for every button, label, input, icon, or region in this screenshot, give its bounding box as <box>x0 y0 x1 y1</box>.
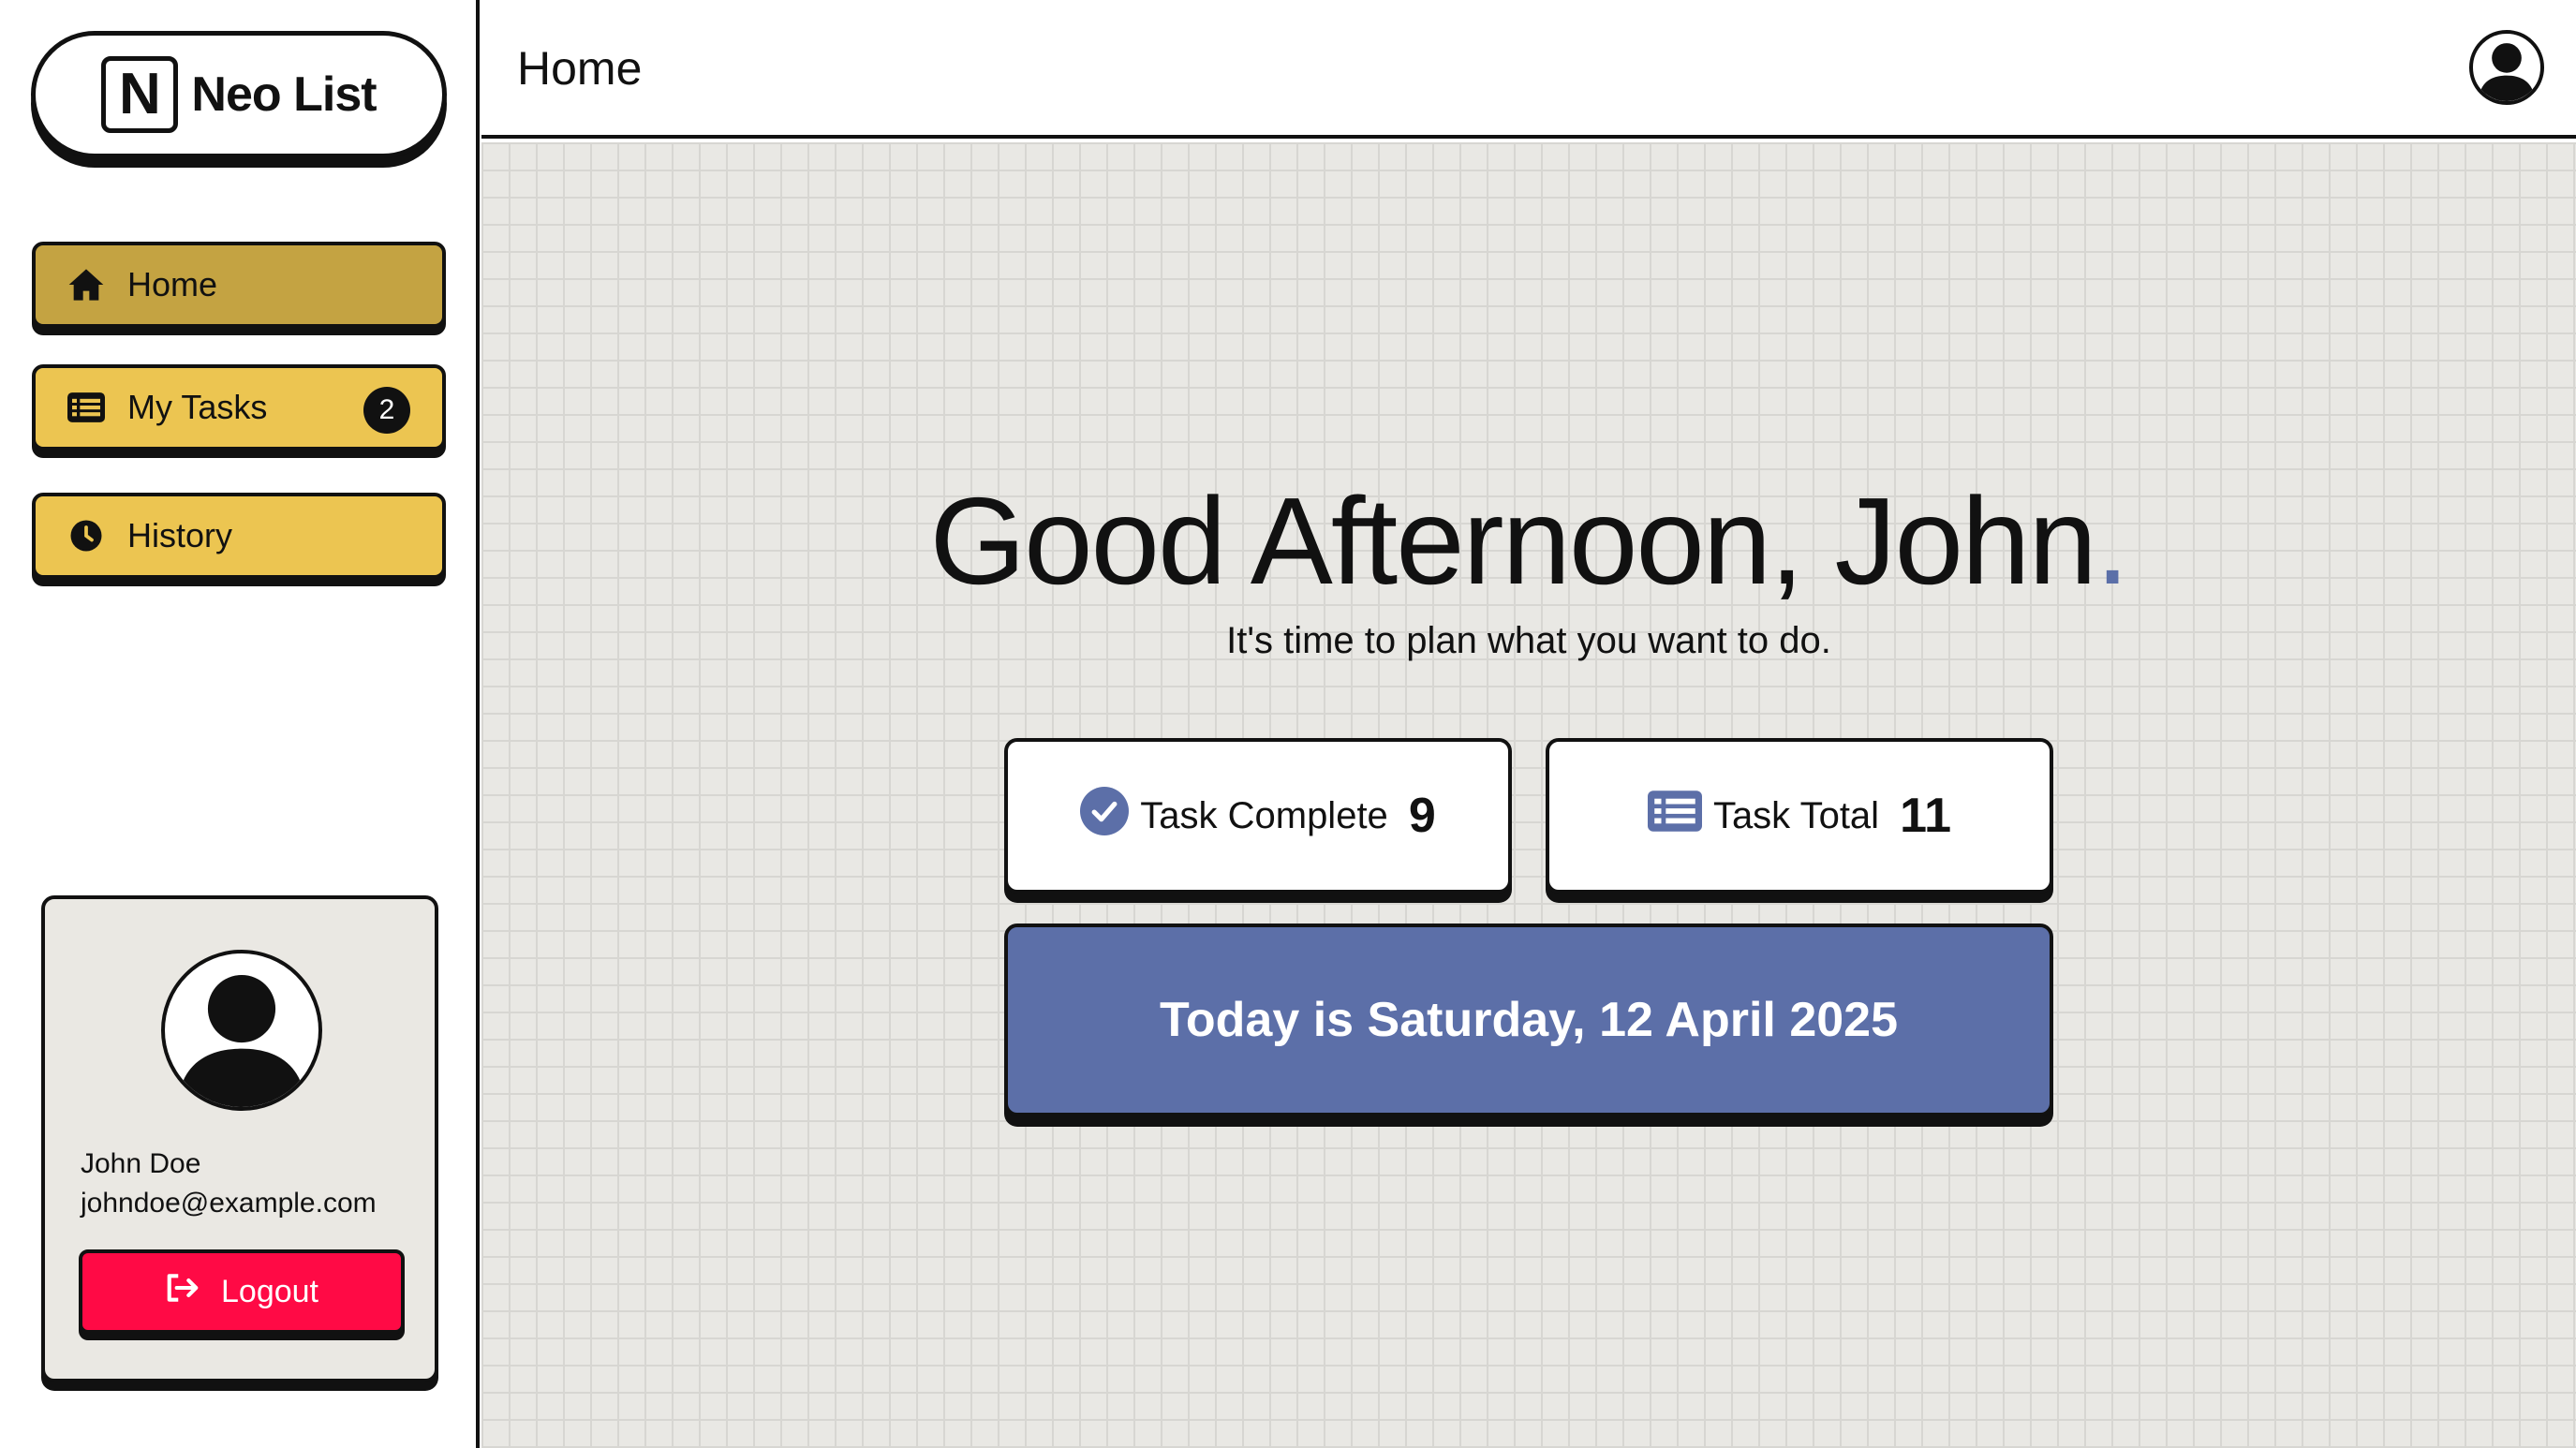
list-icon <box>1647 790 1702 841</box>
home-icon <box>67 266 105 303</box>
app-name: Neo List <box>191 67 377 122</box>
sidebar-item-history[interactable]: History <box>32 493 446 579</box>
sidebar-item-label: Home <box>127 265 218 303</box>
logout-icon <box>165 1273 200 1311</box>
profile-email: johndoe@example.com <box>81 1188 377 1219</box>
task-total-card: Task Total 11 <box>1546 738 2053 894</box>
header: Home <box>481 0 2576 139</box>
main-content: Good Afternoon, John. It's time to plan … <box>481 142 2576 1448</box>
logo-mark: N <box>101 56 179 133</box>
sidebar-item-label: History <box>127 516 233 554</box>
profile-name: John Doe <box>81 1148 201 1179</box>
check-circle-icon <box>1080 787 1130 845</box>
app-root: N Neo List Home My Tasks 2 History John … <box>0 0 2576 1448</box>
greeting-subtitle: It's time to plan what you want to do. <box>1226 620 1831 661</box>
greeting-text: Good Afternoon, John <box>929 472 2097 610</box>
page-title: Home <box>517 42 643 95</box>
avatar <box>161 950 322 1111</box>
stat-label: Task Total <box>1712 794 1880 836</box>
list-icon <box>67 389 105 426</box>
stat-value: 11 <box>1900 789 1952 843</box>
logout-label: Logout <box>221 1273 318 1309</box>
stat-value: 9 <box>1408 789 1436 843</box>
app-logo[interactable]: N Neo List <box>31 31 447 158</box>
sidebar: N Neo List Home My Tasks 2 History John … <box>0 0 480 1448</box>
user-icon <box>2478 43 2536 101</box>
clock-icon <box>67 517 105 554</box>
date-banner: Today is Saturday, 12 April 2025 <box>1004 923 2053 1116</box>
task-count-badge: 2 <box>363 387 410 434</box>
sidebar-item-my-tasks[interactable]: My Tasks 2 <box>32 364 446 451</box>
sidebar-item-home[interactable]: Home <box>32 242 446 328</box>
task-complete-card: Task Complete 9 <box>1004 738 1512 894</box>
user-avatar-button[interactable] <box>2469 30 2544 105</box>
sidebar-item-label: My Tasks <box>127 388 268 426</box>
profile-card: John Doe johndoe@example.com Logout <box>41 895 438 1382</box>
greeting-heading: Good Afternoon, John. <box>481 470 2576 612</box>
greeting-dot: . <box>2095 472 2130 610</box>
stat-label: Task Complete <box>1140 794 1388 836</box>
logout-button[interactable]: Logout <box>79 1249 405 1334</box>
